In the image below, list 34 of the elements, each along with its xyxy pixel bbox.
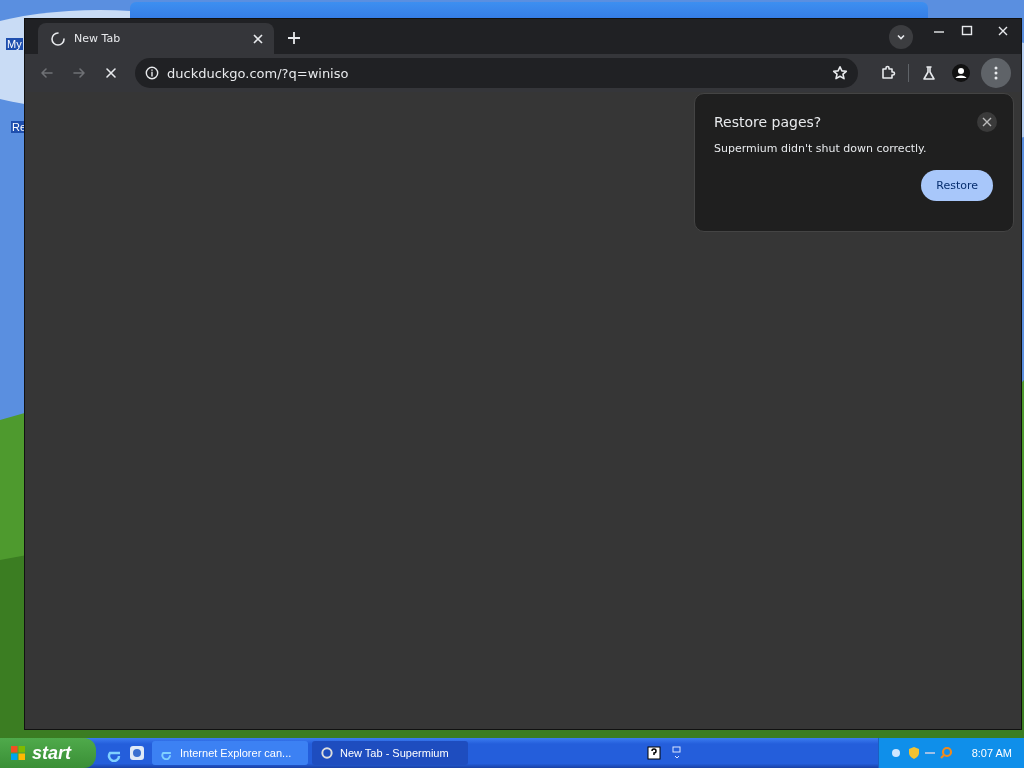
dialog-title: Restore pages? bbox=[714, 114, 822, 130]
puzzle-icon bbox=[880, 65, 896, 81]
tab-title: New Tab bbox=[74, 32, 122, 45]
media-icon[interactable] bbox=[128, 744, 146, 762]
close-icon bbox=[982, 117, 992, 127]
flask-icon bbox=[921, 65, 937, 81]
menu-button[interactable] bbox=[981, 58, 1011, 88]
profile-button[interactable] bbox=[949, 61, 973, 85]
more-icon bbox=[994, 66, 998, 80]
back-arrow-icon bbox=[39, 65, 55, 81]
clock: 8:07 AM bbox=[971, 747, 1012, 759]
taskbar-button[interactable]: Internet Explorer can... bbox=[152, 741, 308, 765]
close-button[interactable] bbox=[977, 112, 997, 132]
plus-icon bbox=[287, 31, 301, 45]
taskbar-button[interactable]: New Tab - Supermium bbox=[312, 741, 468, 765]
maximize-icon bbox=[961, 25, 973, 37]
star-icon bbox=[832, 65, 848, 81]
browser-app-icon bbox=[320, 746, 334, 760]
windows-icon[interactable] bbox=[671, 745, 683, 761]
browser-tab[interactable]: New Tab bbox=[38, 23, 274, 54]
forward-arrow-icon bbox=[71, 65, 87, 81]
spinner-icon bbox=[50, 30, 66, 47]
address-bar[interactable]: duckduckgo.com/?q=winiso bbox=[135, 58, 858, 88]
close-icon bbox=[997, 25, 1009, 37]
windows-flag-icon bbox=[10, 745, 26, 761]
close-icon bbox=[103, 65, 119, 81]
network-icon[interactable] bbox=[889, 746, 903, 760]
help-icon[interactable] bbox=[647, 746, 661, 760]
desktop-icon-label[interactable]: My bbox=[6, 38, 23, 50]
person-icon bbox=[952, 64, 970, 82]
dialog-message: Supermium didn't shut down correctly. bbox=[714, 142, 928, 155]
tab-search-button[interactable] bbox=[889, 25, 913, 49]
info-icon bbox=[145, 66, 159, 80]
restore-button[interactable]: Restore bbox=[921, 170, 993, 201]
